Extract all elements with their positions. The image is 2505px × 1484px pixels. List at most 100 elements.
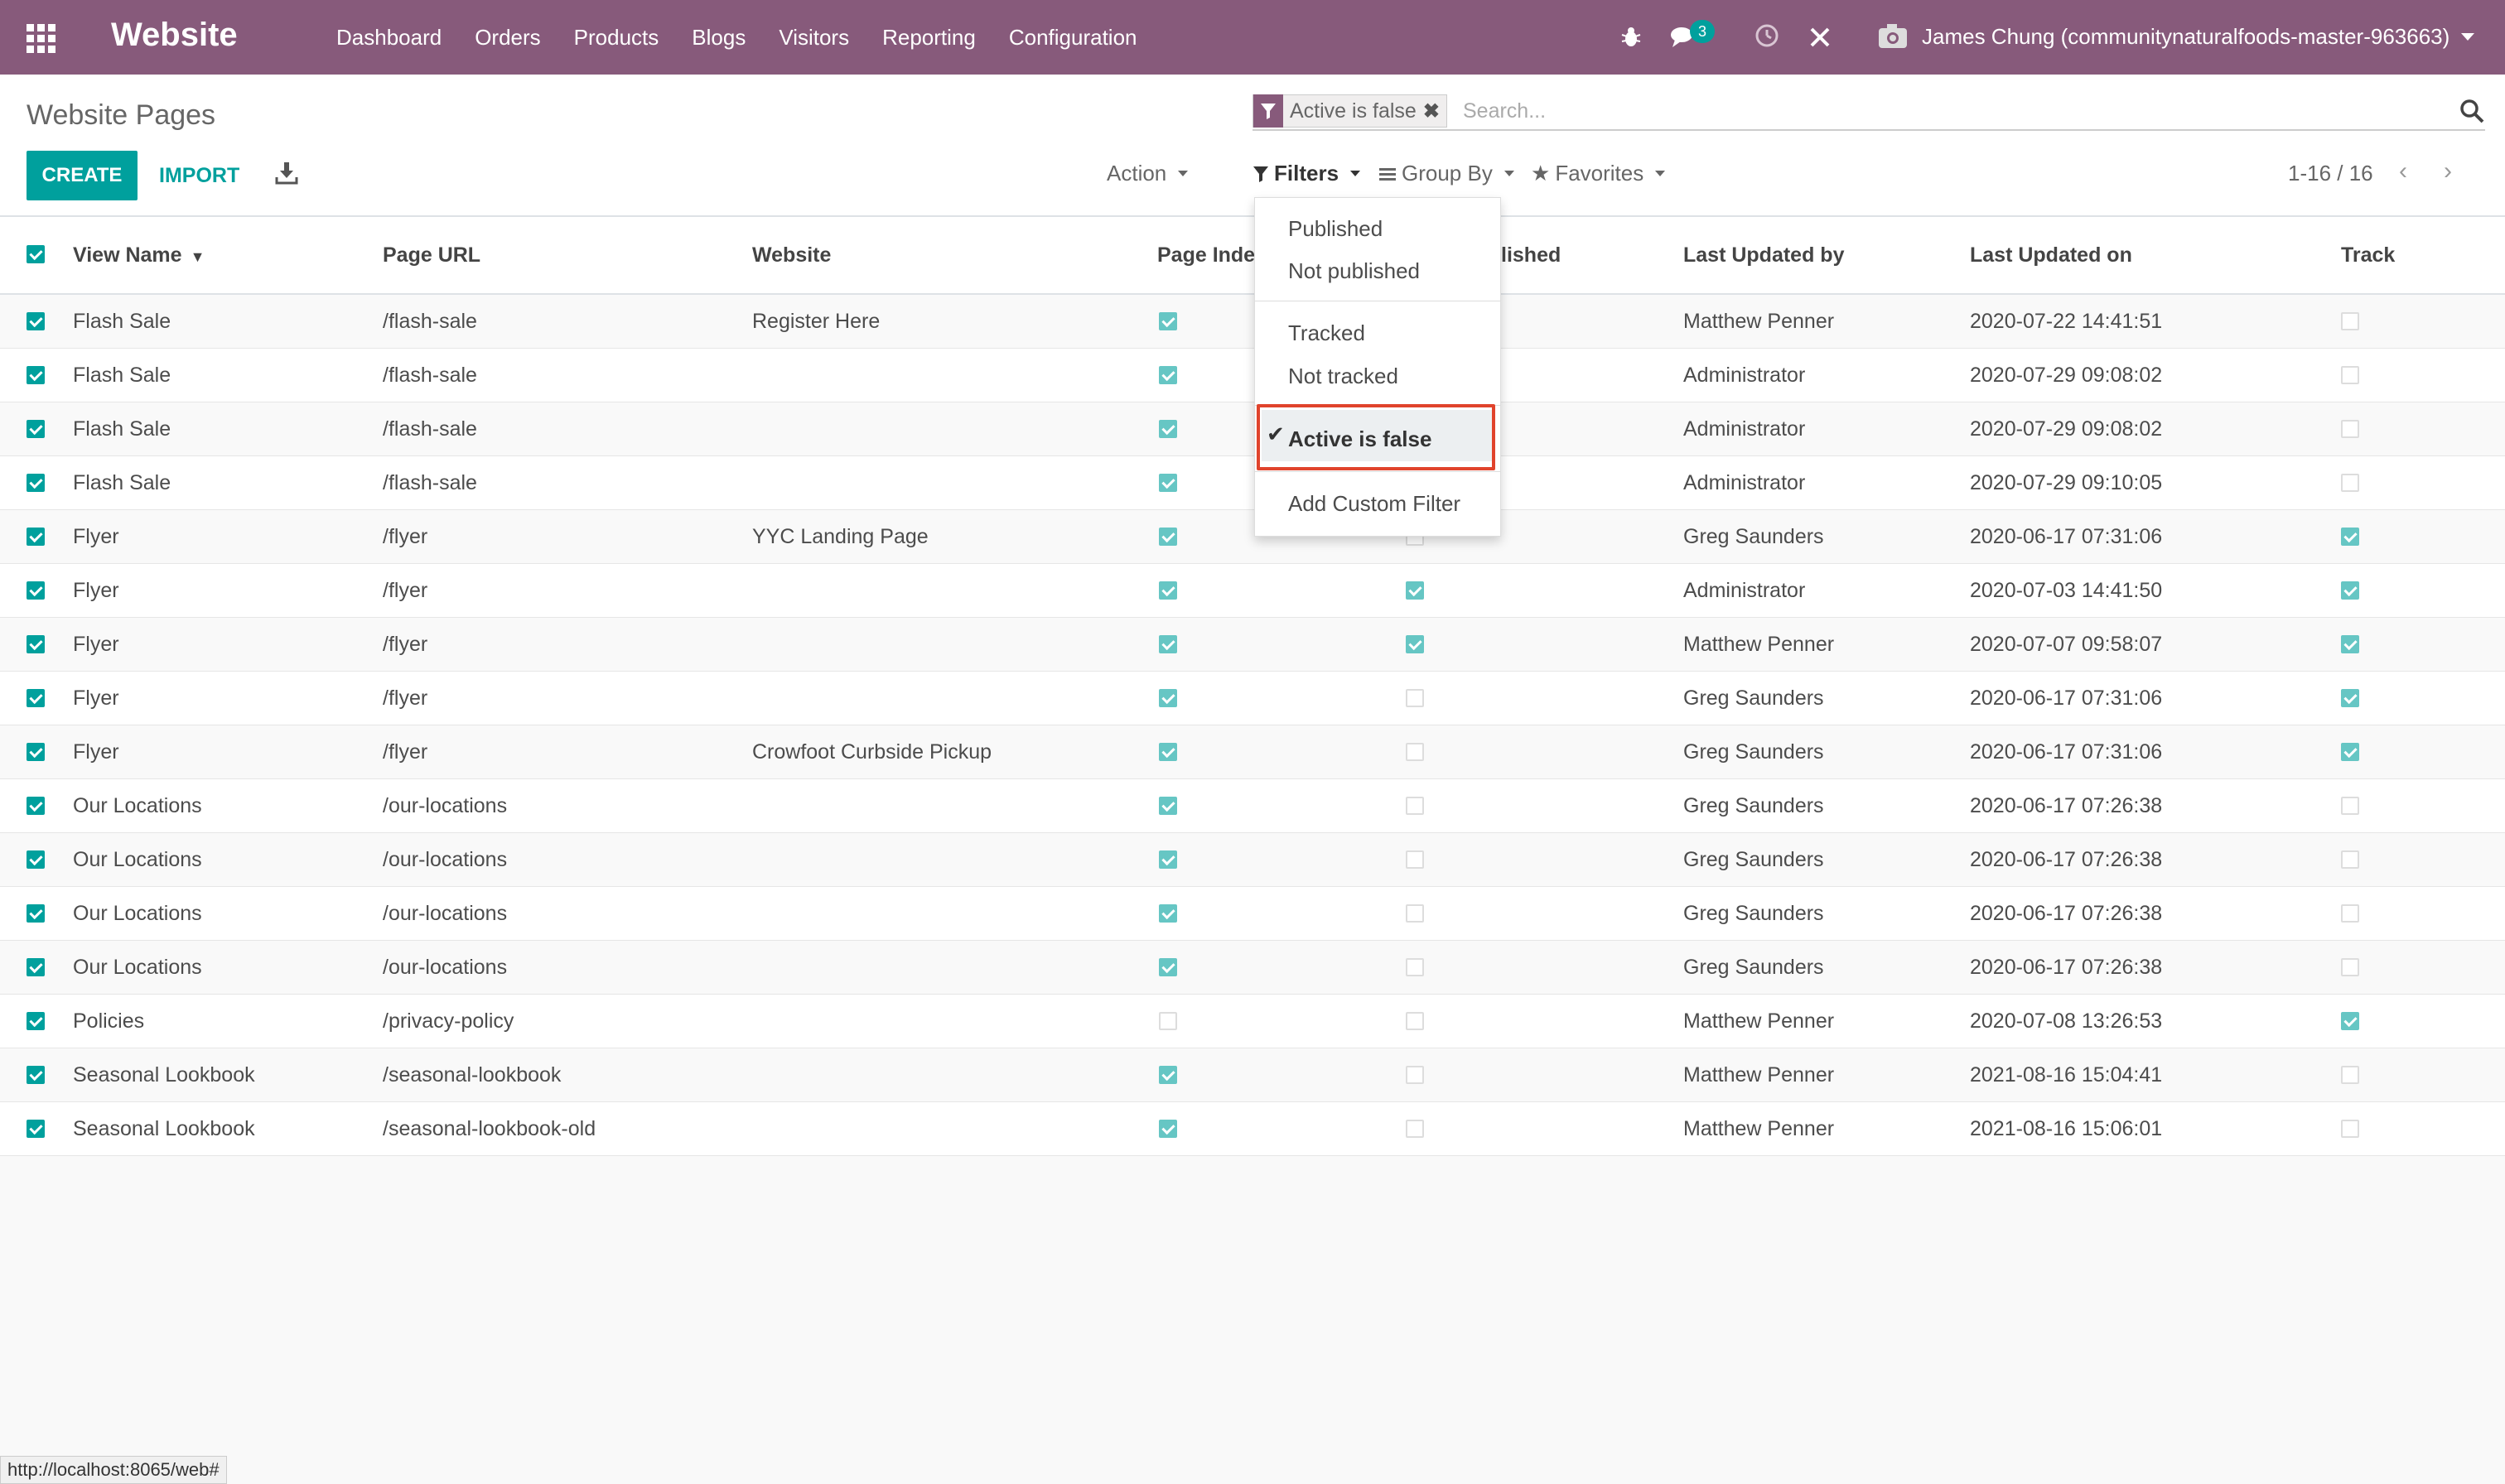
tools-icon[interactable]: [1808, 25, 1832, 50]
published-checkbox[interactable]: [1406, 743, 1424, 761]
row-select-checkbox[interactable]: [27, 474, 45, 492]
remove-facet-icon[interactable]: ✖: [1423, 99, 1446, 123]
column-page-url[interactable]: Page URL: [383, 243, 480, 267]
filter-published[interactable]: Published: [1288, 216, 1383, 242]
table-row[interactable]: Our Locations/our-locations Greg Saunders…: [0, 941, 2505, 995]
published-checkbox[interactable]: [1406, 581, 1424, 600]
table-row[interactable]: Flyer/flyer Matthew Penner 2020-07-07 09:5…: [0, 618, 2505, 672]
table-row[interactable]: Seasonal Lookbook/seasonal-lookbook-old M…: [0, 1102, 2505, 1156]
bug-icon[interactable]: [1619, 25, 1643, 50]
user-menu[interactable]: James Chung (communitynaturalfoods-maste…: [1877, 22, 2475, 51]
filters-dropdown[interactable]: Filters: [1252, 161, 1361, 186]
track-checkbox[interactable]: [2341, 581, 2359, 600]
track-checkbox[interactable]: [2341, 689, 2359, 707]
menu-configuration[interactable]: Configuration: [1009, 25, 1137, 51]
published-checkbox[interactable]: [1406, 1066, 1424, 1084]
track-checkbox[interactable]: [2341, 420, 2359, 438]
page-indexed-checkbox[interactable]: [1159, 958, 1177, 976]
apps-menu-icon[interactable]: [27, 24, 56, 53]
row-select-checkbox[interactable]: [27, 312, 45, 330]
search-input[interactable]: Search...: [1463, 99, 1546, 123]
activity-clock-icon[interactable]: [1754, 23, 1779, 48]
page-indexed-checkbox[interactable]: [1159, 474, 1177, 492]
row-select-checkbox[interactable]: [27, 635, 45, 653]
track-checkbox[interactable]: [2341, 743, 2359, 761]
table-row[interactable]: Flyer/flyer Crowfoot Curbside Pickup Greg …: [0, 725, 2505, 779]
page-indexed-checkbox[interactable]: [1159, 420, 1177, 438]
pager-previous-icon[interactable]: ‹: [2399, 157, 2407, 186]
create-button[interactable]: CREATE: [27, 151, 138, 200]
track-checkbox[interactable]: [2341, 958, 2359, 976]
row-select-checkbox[interactable]: [27, 1012, 45, 1030]
page-indexed-checkbox[interactable]: [1159, 312, 1177, 330]
favorites-dropdown[interactable]: ★ Favorites: [1531, 161, 1666, 186]
menu-blogs[interactable]: Blogs: [692, 25, 746, 51]
track-checkbox[interactable]: [2341, 797, 2359, 815]
page-indexed-checkbox[interactable]: [1159, 635, 1177, 653]
page-indexed-checkbox[interactable]: [1159, 689, 1177, 707]
track-checkbox[interactable]: [2341, 904, 2359, 923]
column-website[interactable]: Website: [752, 243, 831, 267]
app-brand[interactable]: Website: [111, 17, 238, 54]
row-select-checkbox[interactable]: [27, 850, 45, 869]
page-indexed-checkbox[interactable]: [1159, 1066, 1177, 1084]
add-custom-filter[interactable]: Add Custom Filter: [1288, 491, 1460, 517]
track-checkbox[interactable]: [2341, 1066, 2359, 1084]
column-track[interactable]: Track: [2341, 243, 2395, 267]
page-indexed-checkbox[interactable]: [1159, 904, 1177, 923]
filter-not-published[interactable]: Not published: [1288, 258, 1420, 284]
select-all-checkbox[interactable]: [27, 245, 45, 263]
table-row[interactable]: Our Locations/our-locations Greg Saunders…: [0, 779, 2505, 833]
page-indexed-checkbox[interactable]: [1159, 581, 1177, 600]
column-view-name[interactable]: View Name ▼: [73, 243, 205, 267]
table-row[interactable]: Seasonal Lookbook/seasonal-lookbook Matth…: [0, 1048, 2505, 1102]
table-row[interactable]: Flash Sale/flash-sale Register Here Matthe…: [0, 295, 2505, 349]
column-published[interactable]: lished: [1501, 243, 1561, 267]
row-select-checkbox[interactable]: [27, 958, 45, 976]
page-indexed-checkbox[interactable]: [1159, 528, 1177, 546]
published-checkbox[interactable]: [1406, 689, 1424, 707]
table-row[interactable]: Flyer/flyer YYC Landing Page Greg Saunders…: [0, 510, 2505, 564]
table-row[interactable]: Policies/privacy-policy Matthew Penner 202…: [0, 995, 2505, 1048]
table-row[interactable]: Our Locations/our-locations Greg Saunders…: [0, 887, 2505, 941]
published-checkbox[interactable]: [1406, 958, 1424, 976]
search-icon[interactable]: [2459, 98, 2485, 124]
track-checkbox[interactable]: [2341, 850, 2359, 869]
track-checkbox[interactable]: [2341, 474, 2359, 492]
page-indexed-checkbox[interactable]: [1159, 797, 1177, 815]
track-checkbox[interactable]: [2341, 1012, 2359, 1030]
page-indexed-checkbox[interactable]: [1159, 850, 1177, 869]
published-checkbox[interactable]: [1406, 797, 1424, 815]
page-indexed-checkbox[interactable]: [1159, 1012, 1177, 1030]
menu-dashboard[interactable]: Dashboard: [336, 25, 442, 51]
search-bar[interactable]: Active is false ✖ Search...: [1252, 91, 2485, 131]
filter-not-tracked[interactable]: Not tracked: [1288, 364, 1398, 389]
track-checkbox[interactable]: [2341, 366, 2359, 384]
track-checkbox[interactable]: [2341, 312, 2359, 330]
download-icon[interactable]: [275, 161, 298, 186]
menu-reporting[interactable]: Reporting: [882, 25, 976, 51]
row-select-checkbox[interactable]: [27, 743, 45, 761]
pager-next-icon[interactable]: ›: [2444, 157, 2452, 186]
table-row[interactable]: Flyer/flyer Greg Saunders 2020-06-17 07:31…: [0, 672, 2505, 725]
table-row[interactable]: Flash Sale/flash-sale Administrator 2020-0…: [0, 349, 2505, 402]
track-checkbox[interactable]: [2341, 528, 2359, 546]
published-checkbox[interactable]: [1406, 1012, 1424, 1030]
pager-value[interactable]: 1-16 / 16: [2288, 161, 2373, 186]
page-indexed-checkbox[interactable]: [1159, 366, 1177, 384]
import-button[interactable]: IMPORT: [159, 151, 239, 200]
track-checkbox[interactable]: [2341, 635, 2359, 653]
row-select-checkbox[interactable]: [27, 420, 45, 438]
row-select-checkbox[interactable]: [27, 1120, 45, 1138]
table-row[interactable]: Flyer/flyer Administrator 2020-07-03 14:41…: [0, 564, 2505, 618]
row-select-checkbox[interactable]: [27, 528, 45, 546]
column-page-indexed[interactable]: Page Inde: [1157, 243, 1255, 267]
published-checkbox[interactable]: [1406, 850, 1424, 869]
menu-orders[interactable]: Orders: [475, 25, 540, 51]
page-indexed-checkbox[interactable]: [1159, 1120, 1177, 1138]
column-last-updated-by[interactable]: Last Updated by: [1683, 243, 1844, 267]
table-row[interactable]: Our Locations/our-locations Greg Saunders…: [0, 833, 2505, 887]
published-checkbox[interactable]: [1406, 1120, 1424, 1138]
row-select-checkbox[interactable]: [27, 366, 45, 384]
action-dropdown[interactable]: Action: [1107, 161, 1189, 186]
